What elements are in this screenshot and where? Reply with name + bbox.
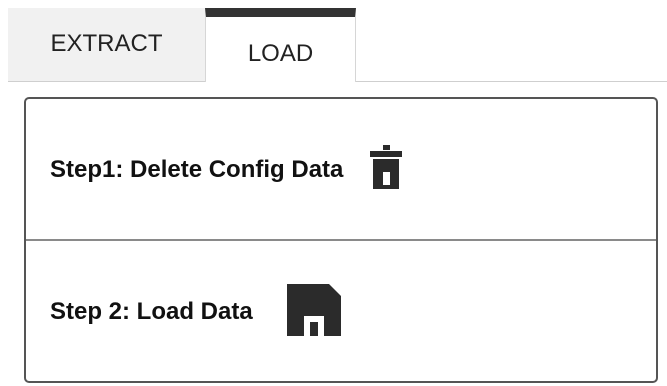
- step-1-label: Step1: Delete Config Data: [50, 155, 344, 183]
- load-steps-panel: Step1: Delete Config Data Step 2: Load D…: [24, 97, 658, 383]
- tab-extract-label: EXTRACT: [50, 29, 163, 57]
- tab-load[interactable]: LOAD: [205, 8, 356, 82]
- tab-bar: EXTRACT LOAD: [8, 8, 667, 82]
- step-delete-config-data: Step1: Delete Config Data: [26, 99, 656, 240]
- etl-load-view: EXTRACT LOAD Step1: Delete Config Data S…: [0, 0, 667, 386]
- tab-load-label: LOAD: [247, 39, 314, 67]
- step-2-label: Step 2: Load Data: [50, 298, 253, 325]
- save-icon[interactable]: [285, 282, 343, 343]
- trash-icon[interactable]: [369, 144, 403, 195]
- tab-extract[interactable]: EXTRACT: [8, 8, 205, 81]
- step-load-data: Step 2: Load Data: [26, 241, 656, 383]
